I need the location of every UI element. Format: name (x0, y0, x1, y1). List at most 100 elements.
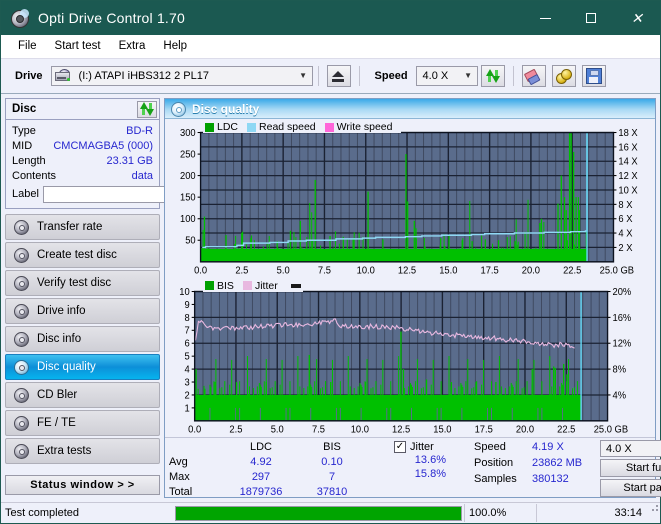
maximize-button[interactable] (568, 1, 614, 35)
svg-text:20.0: 20.0 (516, 424, 534, 435)
start-part-button[interactable]: Start part (600, 479, 661, 498)
refresh-icon (140, 102, 154, 116)
stats-corner (169, 440, 225, 454)
charts-container: LDC Read speed Write speed 50 100 150 200 25… (165, 119, 655, 437)
disc-row-length-value: 23.31 GB (106, 154, 153, 167)
menu-help[interactable]: Help (154, 38, 196, 54)
svg-text:5.0: 5.0 (277, 265, 290, 276)
app-disc-icon (10, 8, 30, 28)
test-speed-select[interactable]: 4.0 X ▼ (600, 440, 661, 458)
legend-label-read-speed: Read speed (259, 121, 316, 133)
disc-icon (13, 332, 29, 347)
content-area: Disc Type BD-R MID CMCMAGBA5 (000) Lengt… (1, 94, 661, 502)
position-stat-value: 23862 MB (532, 457, 583, 469)
svg-text:5.0: 5.0 (271, 424, 284, 435)
svg-text:8: 8 (185, 312, 190, 323)
sidebar-item-create-test-disc[interactable]: Create test disc (5, 242, 160, 268)
sidebar-item-extra-tests[interactable]: Extra tests (5, 438, 160, 464)
legend-label-ldc: LDC (217, 121, 239, 133)
speed-select-value: 4.0 X (422, 70, 449, 82)
eject-button[interactable] (326, 65, 351, 87)
svg-text:17.5: 17.5 (481, 265, 499, 276)
stats-avg-ldc: 4.92 (250, 456, 272, 468)
disc-icon (13, 360, 29, 375)
status-window-button[interactable]: Status window > > (5, 475, 160, 495)
speed-select[interactable]: 4.0 X ▼ (415, 66, 478, 86)
sidebar-item-label: Verify test disc (37, 277, 112, 289)
svg-text:50: 50 (185, 235, 195, 246)
samples-stat-label: Samples (474, 473, 517, 485)
speed-stat-label: Speed (474, 441, 506, 453)
test-speed-value: 4.0 X (606, 442, 632, 455)
svg-text:12.5: 12.5 (392, 424, 410, 435)
menu-start-test[interactable]: Start test (46, 38, 110, 54)
sidebar-item-transfer-rate[interactable]: Transfer rate (5, 214, 160, 240)
sidebar-item-verify-test-disc[interactable]: Verify test disc (5, 270, 160, 296)
stats-row-max-key: Max (169, 471, 190, 483)
svg-text:15.0: 15.0 (433, 424, 451, 435)
sidebar-item-fe-te[interactable]: FE / TE (5, 410, 160, 436)
save-button[interactable] (581, 65, 606, 87)
svg-text:0.0: 0.0 (194, 265, 207, 276)
sidebar-item-label: Create test disc (37, 249, 117, 261)
refresh-button[interactable] (480, 65, 505, 87)
disc-row-mid: MID CMCMAGBA5 (000) (12, 138, 153, 153)
start-full-button[interactable]: Start full (600, 459, 661, 478)
toolbar: Drive (I:) ATAPI iHBS312 2 PL17 ▼ Speed … (1, 58, 660, 94)
disc-row-length: Length 23.31 GB (12, 153, 153, 168)
sidebar: Disc Type BD-R MID CMCMAGBA5 (000) Lengt… (5, 98, 249, 498)
bis-swatch (205, 281, 214, 290)
svg-text:4: 4 (185, 364, 191, 375)
sidebar-item-label: CD Bler (37, 389, 78, 401)
disc-row-type-key: Type (12, 124, 36, 137)
svg-text:2: 2 (185, 390, 190, 401)
disc-quality-panel: Disc quality LDC Read speed Write speed … (164, 98, 661, 498)
write-speed-swatch (324, 122, 334, 132)
close-button[interactable]: ✕ (614, 1, 660, 35)
drive-select[interactable]: (I:) ATAPI iHBS312 2 PL17 ▼ (50, 66, 313, 86)
jitter-checkbox[interactable]: ✓ (394, 441, 406, 453)
svg-text:5: 5 (185, 351, 190, 362)
stats-row-avg-key: Avg (169, 456, 188, 468)
legend-label-jitter: Jitter (254, 279, 278, 292)
sidebar-item-label: Extra tests (37, 445, 92, 457)
svg-text:1: 1 (185, 403, 190, 414)
sidebar-item-drive-info[interactable]: Drive info (5, 298, 160, 324)
disc-label-row: Label (12, 185, 249, 204)
sidebar-item-disc-quality[interactable]: Disc quality (5, 354, 160, 380)
nav-list: Transfer rate Create test disc Verify te… (5, 214, 160, 464)
stats-table: LDC BIS Avg 4.92 0.10 Max 297 7 Total 18… (169, 440, 394, 498)
disc-row-contents-key: Contents (12, 169, 57, 182)
disc-icon (13, 388, 29, 403)
title-bar: Opti Drive Control 1.70 ✕ (1, 1, 660, 35)
jitter-toggle-row[interactable]: ✓ Jitter (394, 441, 474, 453)
position-stat-label: Position (474, 457, 514, 469)
bis-jitter-chart: BIS Jitter 1 2 3 4 5 6 7 8 9 10 4% 8% 12% 16% 20% 0.0 2.… (167, 279, 653, 438)
disc-properties: Type BD-R MID CMCMAGBA5 (000) Length 23.… (6, 120, 249, 208)
disc-refresh-button[interactable] (137, 100, 157, 118)
svg-text:2 X: 2 X (618, 243, 633, 254)
bis-chart-legend: BIS Jitter (203, 279, 303, 292)
disc-row-contents: Contents data (12, 168, 153, 183)
minimize-button[interactable] (522, 1, 568, 35)
coins-button[interactable] (551, 65, 576, 87)
menu-extra[interactable]: Extra (110, 38, 155, 54)
svg-text:10.0: 10.0 (357, 265, 375, 276)
legend-label-write-speed: Write speed (336, 121, 393, 133)
svg-text:12 X: 12 X (618, 171, 638, 182)
disc-row-type: Type BD-R (12, 123, 153, 138)
sidebar-item-cd-bler[interactable]: CD Bler (5, 382, 160, 408)
sidebar-item-disc-info[interactable]: Disc info (5, 326, 160, 352)
progress-bar (175, 505, 462, 521)
menu-bar: File Start test Extra Help (1, 35, 660, 58)
svg-text:7: 7 (185, 325, 190, 336)
menu-file[interactable]: File (9, 38, 46, 54)
svg-text:22.5: 22.5 (563, 265, 581, 276)
svg-text:0.0: 0.0 (188, 424, 201, 435)
svg-text:250: 250 (180, 149, 196, 160)
stats-header-ldc: LDC (249, 441, 272, 453)
disc-icon (13, 304, 29, 319)
speed-label: Speed (374, 70, 408, 82)
erase-button[interactable] (521, 65, 546, 87)
